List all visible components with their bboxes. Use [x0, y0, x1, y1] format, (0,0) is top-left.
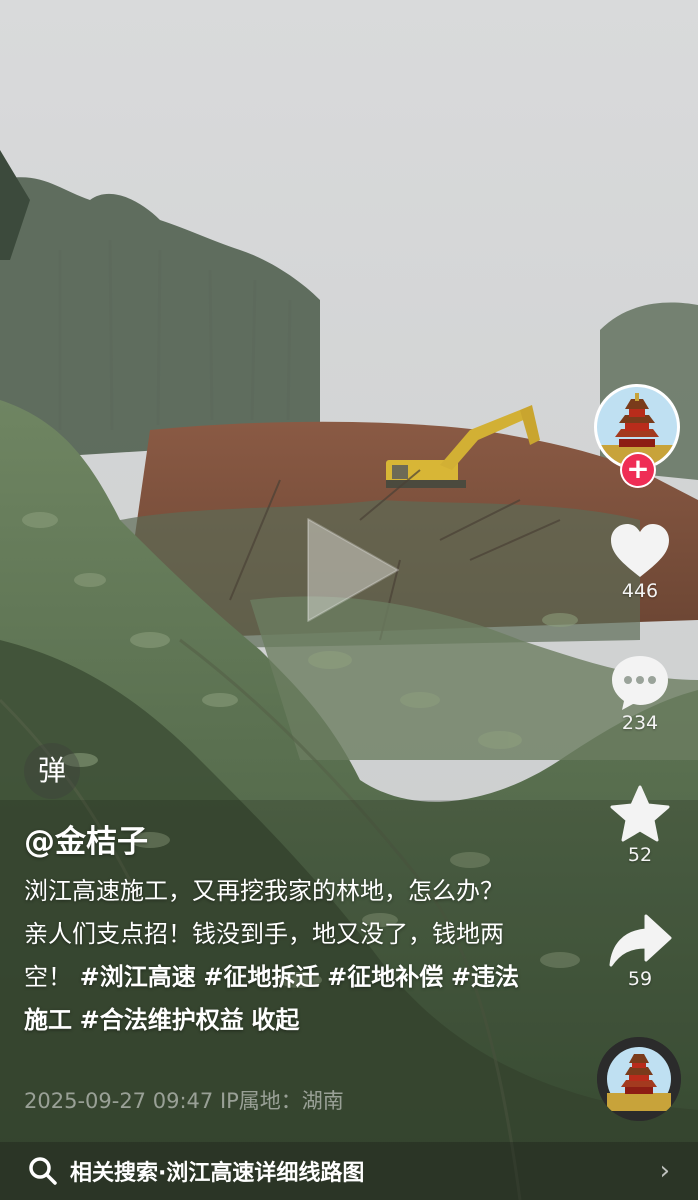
- chevron-right-icon: ›: [659, 1156, 670, 1186]
- post-datetime: 2025-09-27 09:47: [24, 1089, 214, 1113]
- author-username[interactable]: @金桔子: [24, 816, 148, 861]
- share-icon: [609, 914, 672, 967]
- share-count: 59: [627, 968, 653, 990]
- favorite-count: 52: [627, 844, 653, 866]
- music-disc[interactable]: [597, 1037, 681, 1121]
- hashtag[interactable]: #浏江高速: [80, 963, 196, 991]
- hashtag[interactable]: #征地补偿: [327, 963, 443, 991]
- share-button[interactable]: 59: [600, 912, 680, 990]
- favorite-button[interactable]: 52: [600, 784, 680, 866]
- collapse-button[interactable]: 收起: [251, 1006, 299, 1034]
- comment-icon: [612, 656, 668, 710]
- like-count: 446: [621, 580, 659, 602]
- related-search-label: 相关搜索·浏江高速详细线路图: [70, 1161, 365, 1186]
- hashtag[interactable]: #征地拆迁: [203, 963, 319, 991]
- heart-icon: [611, 524, 669, 577]
- ip-location: IP属地：湖南: [219, 1089, 344, 1113]
- follow-button[interactable]: +: [620, 452, 656, 488]
- hashtag[interactable]: #合法维护权益: [80, 1006, 244, 1034]
- search-icon: [29, 1157, 57, 1185]
- comment-button[interactable]: 234: [600, 652, 680, 734]
- play-icon[interactable]: [298, 515, 408, 625]
- star-icon: [610, 785, 670, 842]
- related-search-bar[interactable]: 相关搜索·浏江高速详细线路图 ›: [0, 1142, 698, 1200]
- comment-count: 234: [621, 712, 659, 734]
- post-meta: 2025-09-27 09:47 IP属地：湖南: [24, 1085, 344, 1115]
- danmu-toggle[interactable]: 弹: [24, 743, 80, 799]
- video-description: 浏江高速施工，又再挖我家的林地，怎么办？亲人们支点招！钱没到手，地又没了，钱地两…: [24, 870, 524, 1042]
- like-button[interactable]: 446: [600, 522, 680, 602]
